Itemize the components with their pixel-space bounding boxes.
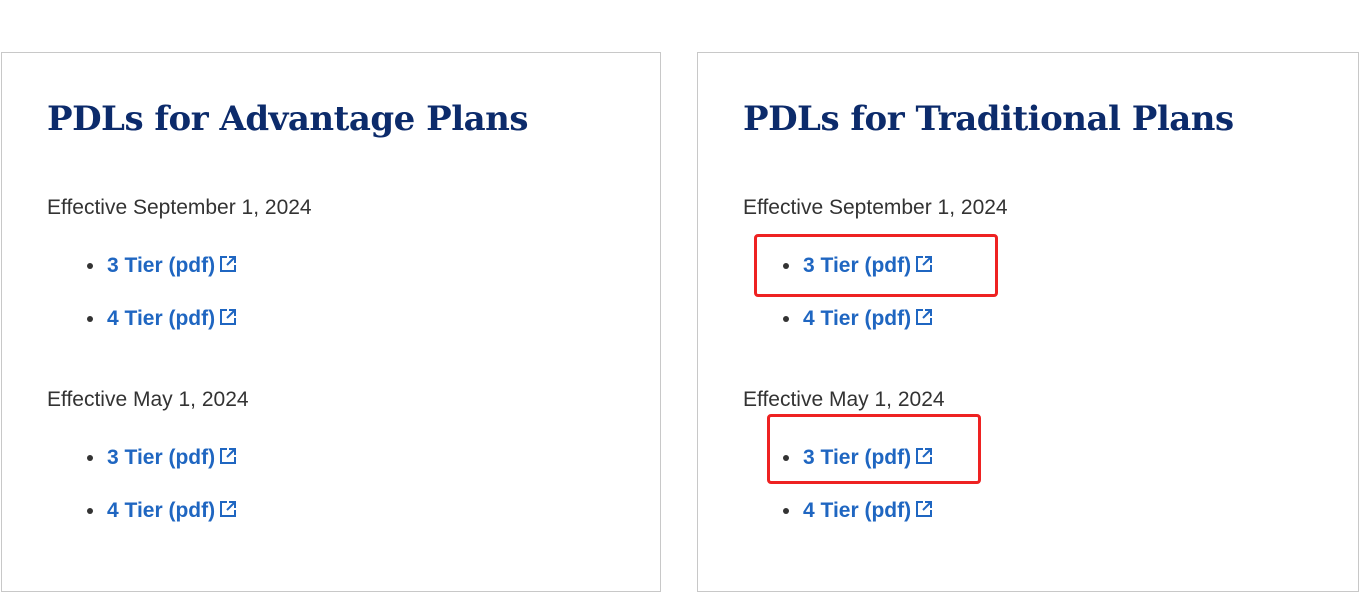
pdf-link-3-tier[interactable]: 3 Tier (pdf) bbox=[107, 251, 238, 281]
external-link-icon bbox=[916, 501, 933, 517]
effective-date-label: Effective May 1, 2024 bbox=[47, 388, 249, 411]
external-link-icon bbox=[220, 501, 237, 517]
bullet bbox=[87, 263, 93, 269]
traditional-plans-card: PDLs for Traditional Plans Effective Sep… bbox=[697, 52, 1359, 592]
list-item: 4 Tier (pdf) bbox=[47, 496, 238, 549]
advantage-plans-card: PDLs for Advantage Plans Effective Septe… bbox=[1, 52, 661, 592]
pdf-link-4-tier[interactable]: 4 Tier (pdf) bbox=[803, 496, 934, 526]
effective-date-label: Effective September 1, 2024 bbox=[47, 196, 312, 219]
link-label: 4 Tier (pdf) bbox=[803, 307, 912, 330]
list-item: 4 Tier (pdf) bbox=[743, 496, 934, 549]
pdf-link-list: 3 Tier (pdf) 4 Tier (pdf) bbox=[47, 443, 238, 549]
pdf-link-list: 3 Tier (pdf) 4 Tier (pdf) bbox=[743, 251, 934, 357]
pdf-link-list: 3 Tier (pdf) 4 Tier (pdf) bbox=[47, 251, 238, 357]
bullet bbox=[783, 263, 789, 269]
link-label: 4 Tier (pdf) bbox=[107, 307, 216, 330]
bullet bbox=[87, 455, 93, 461]
link-label: 3 Tier (pdf) bbox=[803, 446, 912, 469]
external-link-icon bbox=[916, 448, 933, 464]
bullet bbox=[783, 508, 789, 514]
link-label: 4 Tier (pdf) bbox=[803, 499, 912, 522]
list-item: 3 Tier (pdf) bbox=[47, 251, 238, 304]
effective-date-label: Effective September 1, 2024 bbox=[743, 196, 1008, 219]
pdf-link-4-tier[interactable]: 4 Tier (pdf) bbox=[107, 496, 238, 526]
effective-date-label: Effective May 1, 2024 bbox=[743, 388, 945, 411]
list-item: 3 Tier (pdf) bbox=[47, 443, 238, 496]
pdf-link-4-tier[interactable]: 4 Tier (pdf) bbox=[803, 304, 934, 334]
card-title: PDLs for Advantage Plans bbox=[47, 99, 529, 139]
link-label: 3 Tier (pdf) bbox=[803, 254, 912, 277]
list-item: 3 Tier (pdf) bbox=[743, 443, 934, 496]
pdf-link-list: 3 Tier (pdf) 4 Tier (pdf) bbox=[743, 443, 934, 549]
external-link-icon bbox=[220, 256, 237, 272]
bullet bbox=[87, 316, 93, 322]
link-label: 4 Tier (pdf) bbox=[107, 499, 216, 522]
bullet bbox=[87, 508, 93, 514]
pdf-link-3-tier[interactable]: 3 Tier (pdf) bbox=[107, 443, 238, 473]
external-link-icon bbox=[916, 309, 933, 325]
link-label: 3 Tier (pdf) bbox=[107, 446, 216, 469]
bullet bbox=[783, 316, 789, 322]
list-item: 4 Tier (pdf) bbox=[47, 304, 238, 357]
external-link-icon bbox=[220, 309, 237, 325]
card-title: PDLs for Traditional Plans bbox=[743, 99, 1234, 139]
list-item: 4 Tier (pdf) bbox=[743, 304, 934, 357]
external-link-icon bbox=[916, 256, 933, 272]
bullet bbox=[783, 455, 789, 461]
pdf-link-3-tier[interactable]: 3 Tier (pdf) bbox=[803, 251, 934, 281]
pdf-link-3-tier[interactable]: 3 Tier (pdf) bbox=[803, 443, 934, 473]
external-link-icon bbox=[220, 448, 237, 464]
pdf-link-4-tier[interactable]: 4 Tier (pdf) bbox=[107, 304, 238, 334]
link-label: 3 Tier (pdf) bbox=[107, 254, 216, 277]
list-item: 3 Tier (pdf) bbox=[743, 251, 934, 304]
